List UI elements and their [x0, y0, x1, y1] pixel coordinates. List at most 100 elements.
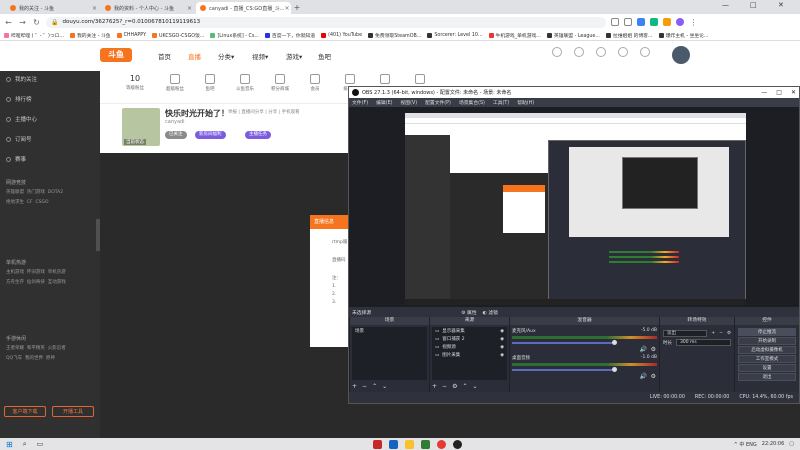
message-icon[interactable] [596, 47, 606, 57]
tab-close-icon[interactable]: × [284, 5, 289, 12]
category-link[interactable]: 绝地求生 [6, 200, 24, 205]
category-link[interactable]: 我的世界 [25, 356, 43, 361]
properties-button[interactable]: ⚙ 属性 [461, 309, 476, 316]
task-view-icon[interactable]: ▭ [37, 440, 44, 448]
sidebar-item-rank[interactable]: 排行榜 [6, 95, 32, 103]
sidebar-category-row[interactable]: 英雄联盟 热门游戏 DOTA2 [6, 189, 63, 195]
speaker-icon[interactable]: 🔊 [640, 373, 647, 380]
close-window-button[interactable]: ✕ [778, 1, 784, 9]
address-bar[interactable]: 🔒 douyu.com/3627625?_r=0.010067810119119… [46, 16, 606, 28]
virtual-camera-button[interactable]: 启动虚拟摄像机 [738, 346, 796, 354]
taskbar-app-icon[interactable] [421, 439, 431, 449]
anchor-name[interactable]: canyadi [165, 119, 185, 125]
category-link[interactable]: 单机热游 [48, 270, 66, 275]
bookmark-item[interactable]: Sorcerer: Level 10... [427, 32, 483, 38]
sidebar-category-row[interactable]: QQ飞车 我的世界 原神 [6, 355, 55, 361]
profile-avatar-icon[interactable] [676, 18, 684, 26]
room-actions[interactable]: 举报 | 直播间分享 | 分享 | 手机观看 [228, 109, 300, 115]
extension-icon[interactable] [663, 18, 671, 26]
chrome-icon[interactable] [437, 439, 447, 449]
eye-icon[interactable]: ◉ [500, 345, 504, 350]
search-icon[interactable]: ⌕ [23, 440, 27, 449]
category-link[interactable]: CSGO [35, 200, 48, 205]
sidebar-item-events[interactable]: 赛事 [6, 155, 26, 163]
category-link[interactable]: 原神 [46, 356, 55, 361]
category-link[interactable]: 和平精英 [27, 346, 45, 351]
bookmark-item[interactable]: 英雄联盟 - League... [546, 32, 600, 39]
taskbar-app-icon[interactable] [405, 439, 415, 449]
filters-button[interactable]: ◐ 滤镜 [483, 309, 498, 316]
notification-icon[interactable]: ▢ [789, 441, 794, 447]
bookmark-item[interactable]: 免费领取SteamOB... [368, 32, 421, 39]
follow-icon[interactable] [574, 47, 584, 57]
category-link[interactable]: 怀旧游戏 [27, 270, 45, 275]
taskbar-app-icon[interactable] [389, 439, 399, 449]
slider-knob[interactable] [612, 367, 617, 372]
bookmark-item[interactable]: 百度一下，你就知道 [264, 32, 315, 39]
eye-icon[interactable]: ◉ [500, 337, 504, 342]
bookmark-item[interactable]: (401) YouTube [321, 32, 362, 38]
obs-close-button[interactable]: ✕ [791, 89, 796, 96]
tab-close-icon[interactable]: × [92, 5, 97, 12]
sidebar-item-subscribe[interactable]: 订阅号 [6, 135, 32, 143]
tray-icons[interactable]: ^ 中 ENG [734, 441, 757, 448]
gear-icon[interactable]: ⚙ [727, 331, 731, 336]
task-icon[interactable] [618, 47, 628, 57]
gear-icon[interactable]: ⚙ [651, 373, 656, 380]
subnav-item[interactable]: 鱼吧 [195, 74, 225, 92]
obs-preview[interactable] [349, 107, 799, 307]
douyu-logo[interactable]: 斗鱼 [100, 48, 132, 62]
user-avatar[interactable] [672, 46, 690, 64]
sidebar-item-anchor-center[interactable]: 主播中心 [6, 115, 37, 123]
menu-profile[interactable]: 配置文件(P) [425, 99, 451, 106]
anchor-avatar[interactable]: 当前状态 [122, 108, 160, 146]
stop-streaming-button[interactable]: 停止推流 [738, 328, 796, 336]
subnav-item[interactable]: 积分商城 [265, 74, 295, 92]
room-benefit-tag[interactable]: 新房间福利 [195, 131, 226, 139]
bookmark-item[interactable]: UKCSGO-CSGO饭... [152, 32, 204, 39]
sidebar-category-row[interactable]: 方舟生存 仙剑奇侠 互动游戏 [6, 279, 66, 285]
extension-icon[interactable] [650, 18, 658, 26]
nav-home[interactable]: 首页 [158, 51, 171, 61]
volume-slider[interactable] [512, 367, 617, 372]
menu-edit[interactable]: 编辑(E) [376, 99, 392, 106]
obs-minimize-button[interactable]: — [761, 89, 767, 96]
eye-icon[interactable]: ◉ [500, 353, 504, 358]
sidebar-category-row[interactable]: 主机游戏 怀旧游戏 单机热游 [6, 269, 66, 275]
source-item[interactable]: ▭ 显示器采集 ◉ [432, 327, 507, 335]
remove-icon[interactable]: − [719, 331, 723, 336]
category-link[interactable]: 热门游戏 [27, 190, 45, 195]
extension-icon[interactable] [637, 18, 645, 26]
category-link[interactable]: 互动游戏 [48, 280, 66, 285]
broadcast-tool-button[interactable]: 开播工具 [52, 406, 94, 417]
browser-tab[interactable]: 我的资料 - 个人中心 - 斗鱼 × [101, 2, 196, 14]
category-link[interactable]: CF [27, 200, 33, 205]
transition-type-select[interactable]: 淡出 [663, 330, 708, 337]
browser-tab[interactable]: 我的关注 - 斗鱼 × [6, 2, 101, 14]
sidebar-item-follow[interactable]: 我的关注 [6, 75, 37, 83]
eye-icon[interactable]: ◉ [500, 329, 504, 334]
tab-close-icon[interactable]: × [187, 5, 192, 12]
down-arrow-icon[interactable]: ⌄ [472, 383, 477, 390]
studio-mode-button[interactable]: 工作室模式 [738, 355, 796, 363]
sidebar-category-row[interactable]: 绝地求生 CF CSGO [6, 199, 49, 205]
minimize-button[interactable]: — [722, 1, 729, 9]
subnav-item[interactable]: 会员 [300, 74, 330, 92]
nav-live[interactable]: 直播 [188, 51, 201, 61]
category-link[interactable]: 仙剑奇侠 [27, 280, 45, 285]
bookmark-item[interactable]: 牛机游戏_单机游戏... [488, 32, 541, 39]
subnav-item[interactable]: 10 等级粉丝 [120, 74, 150, 91]
category-link[interactable]: 主机游戏 [6, 270, 24, 275]
volume-slider[interactable] [512, 340, 617, 345]
source-item[interactable]: ▭ 窗口捕获 2 ◉ [432, 335, 507, 343]
nav-category[interactable]: 分类▾ [218, 51, 234, 61]
menu-tools[interactable]: 工具(T) [493, 99, 509, 106]
source-item[interactable]: ▭ 视频源 ◉ [432, 343, 507, 351]
obs-maximize-button[interactable]: □ [776, 89, 782, 96]
download-client-button[interactable]: 客户端下载 [4, 406, 46, 417]
add-icon[interactable]: + [711, 331, 715, 336]
new-tab-button[interactable]: + [291, 2, 303, 14]
gear-icon[interactable]: ⚙ [651, 346, 656, 353]
scene-item[interactable]: 场景 [352, 327, 427, 335]
obs-icon[interactable] [453, 439, 463, 449]
